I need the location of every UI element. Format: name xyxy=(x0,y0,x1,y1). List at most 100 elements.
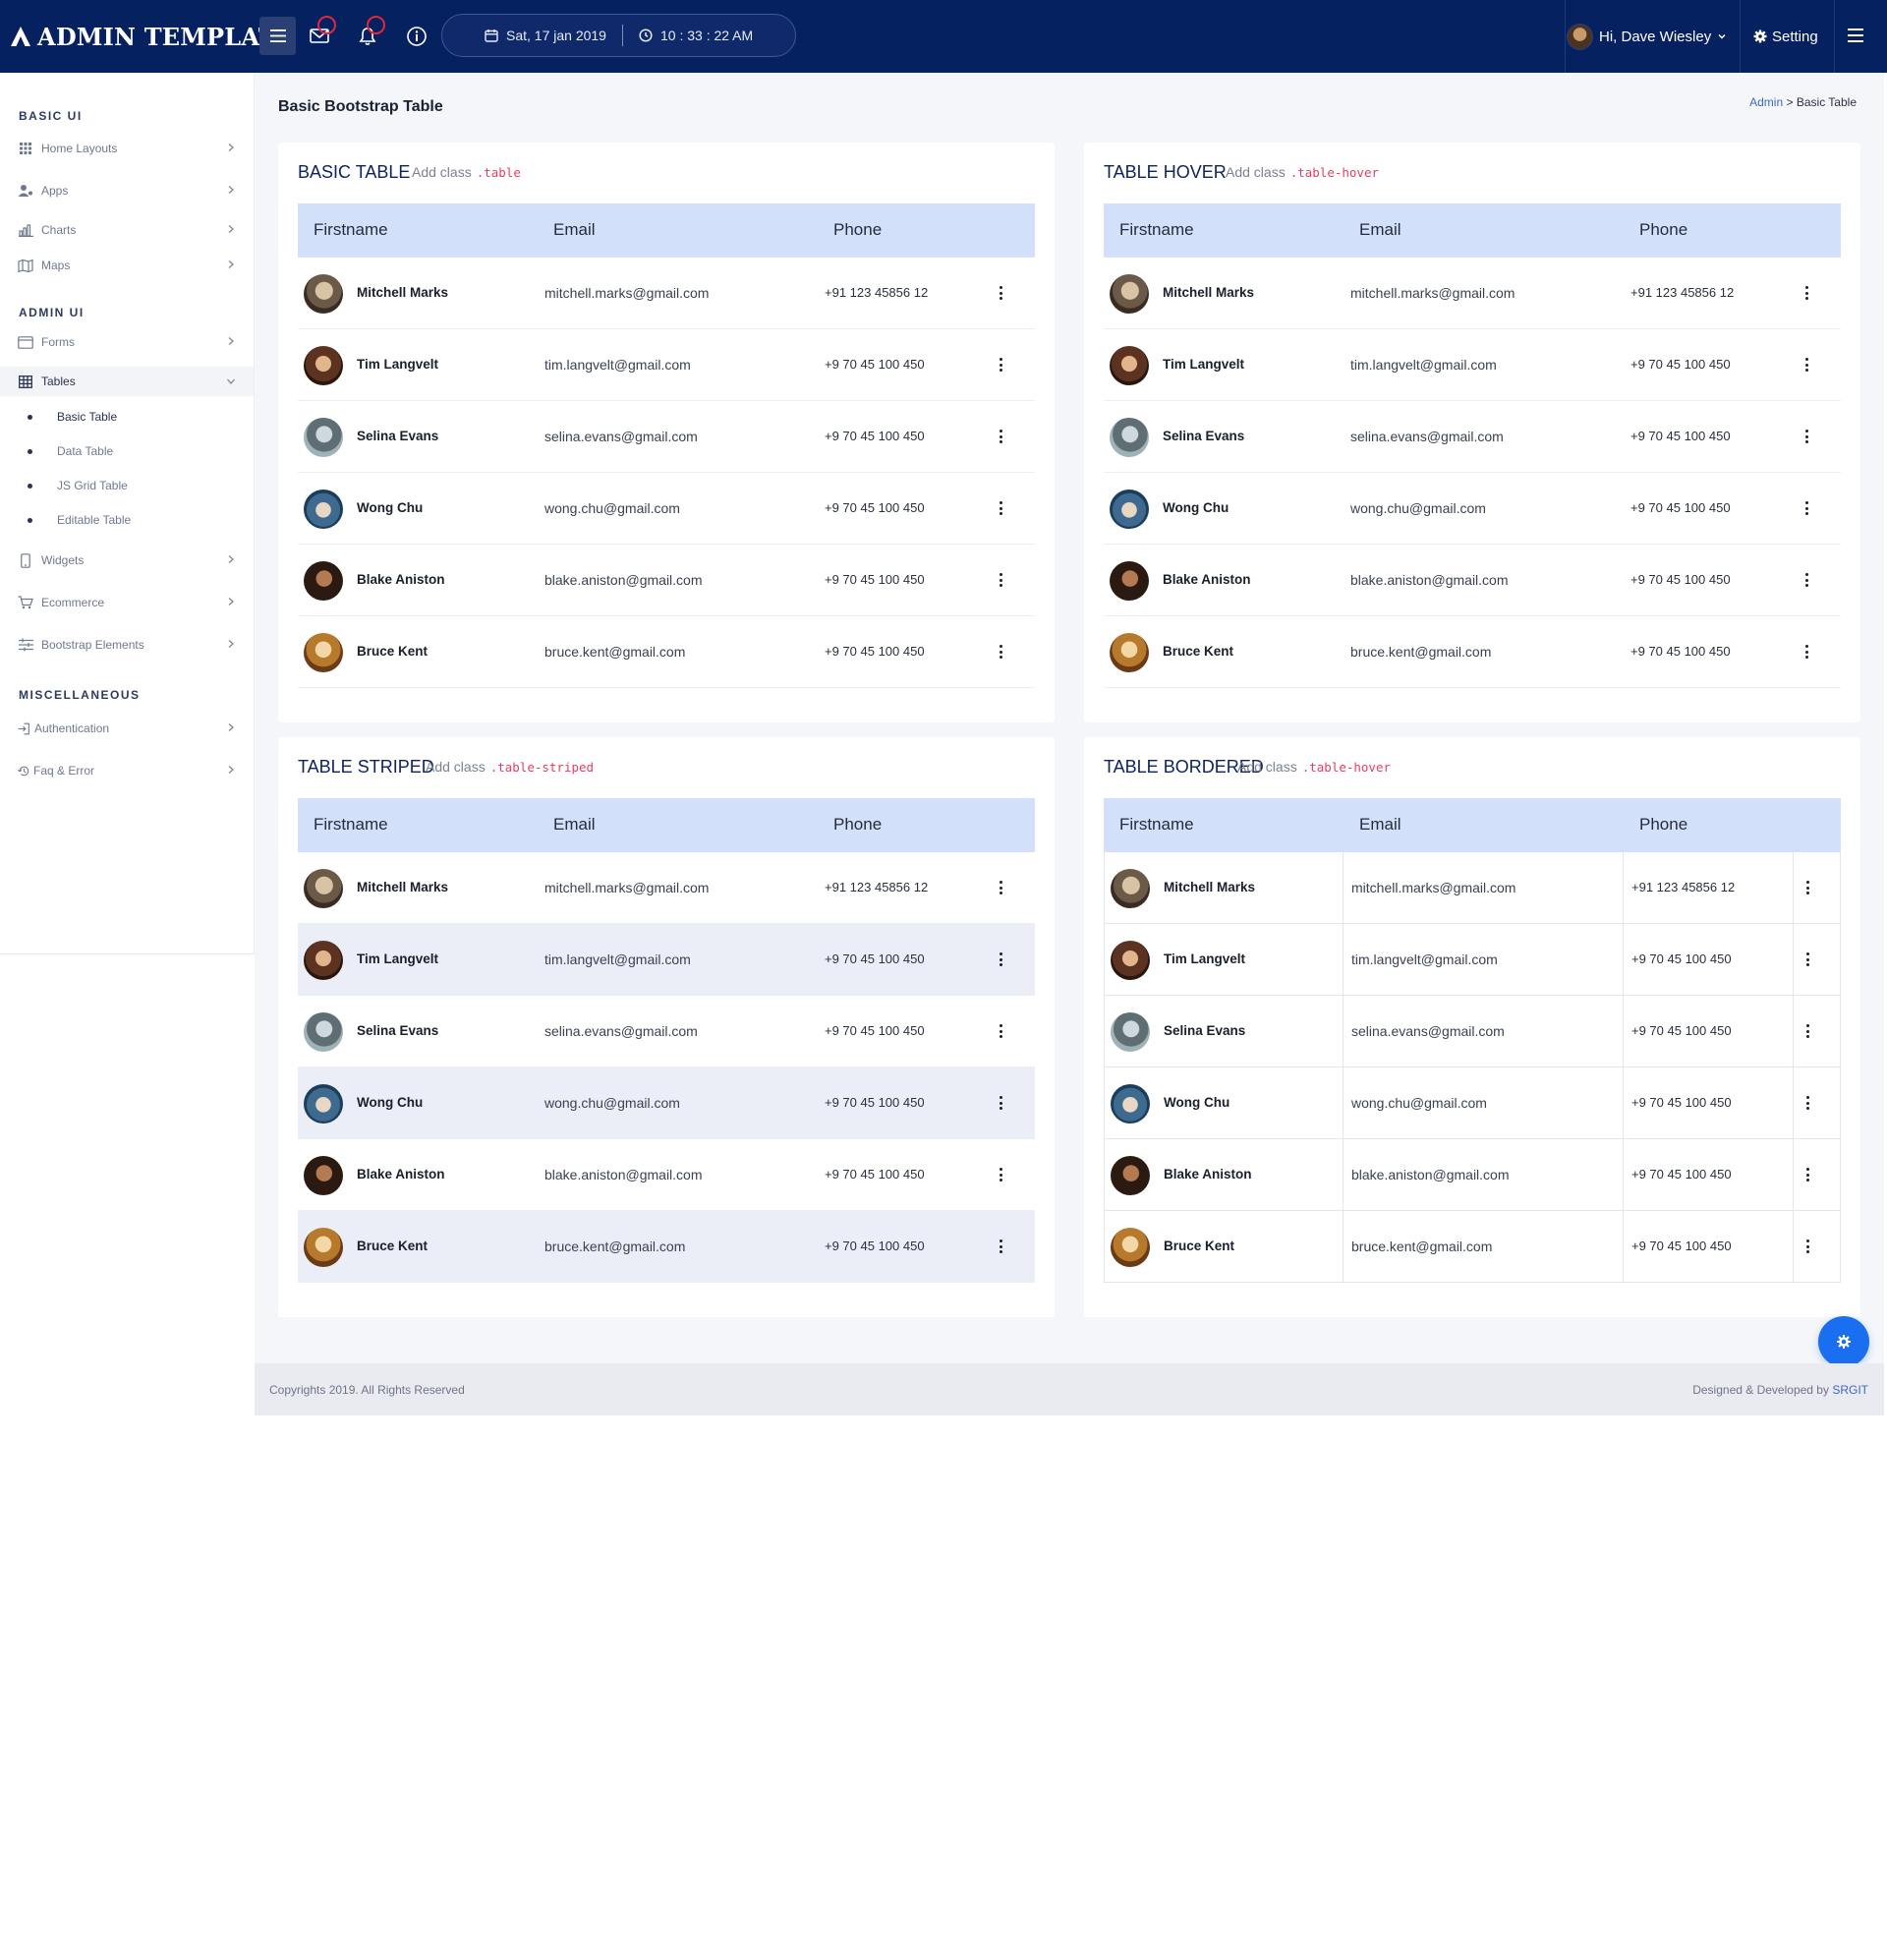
more-options-icon[interactable] xyxy=(1801,1093,1813,1113)
person-phone: +91 123 45856 12 xyxy=(1630,285,1735,300)
column-header: Phone xyxy=(1639,220,1688,239)
date-display: Sat, 17 jan 2019 xyxy=(485,28,606,43)
sidebar-item-ecommerce[interactable]: Ecommerce xyxy=(0,585,254,620)
person-phone: +9 70 45 100 450 xyxy=(825,357,925,372)
person-phone: +9 70 45 100 450 xyxy=(1631,1023,1732,1038)
table-row[interactable]: Blake Aniston blake.aniston@gmail.com +9 7… xyxy=(1104,545,1841,616)
more-options-icon[interactable] xyxy=(1801,950,1813,969)
sidebar-subitem-data-table[interactable]: Data Table xyxy=(28,440,113,462)
table-row[interactable]: Selina Evans selina.evans@gmail.com +9 70 … xyxy=(1104,996,1841,1067)
chevron-right-icon xyxy=(228,598,234,605)
table-row[interactable]: Bruce Kent bruce.kent@gmail.com +9 70 45 1… xyxy=(298,1211,1035,1283)
table-row[interactable]: Selina Evans selina.evans@gmail.com +9 70 … xyxy=(1104,401,1841,473)
more-options-icon[interactable] xyxy=(995,1237,1006,1256)
sidebar-toggle-button[interactable] xyxy=(259,17,296,55)
person-name: Mitchell Marks xyxy=(1164,880,1256,894)
main-content: Basic Bootstrap Table Admin > Basic Tabl… xyxy=(255,73,1884,1415)
person-email: selina.evans@gmail.com xyxy=(1351,1023,1505,1039)
sidebar-subitem-editable-table[interactable]: Editable Table xyxy=(28,509,131,531)
more-options-icon[interactable] xyxy=(995,498,1006,518)
table-row[interactable]: Blake Aniston blake.aniston@gmail.com +9 7… xyxy=(298,545,1035,616)
table-row[interactable]: Mitchell Marks mitchell.marks@gmail.com +9… xyxy=(298,258,1035,329)
table-row[interactable]: Selina Evans selina.evans@gmail.com +9 70 … xyxy=(298,996,1035,1067)
more-options-icon[interactable] xyxy=(1801,1165,1813,1184)
sidebar-subitem-js-grid-table[interactable]: JS Grid Table xyxy=(28,475,128,496)
more-options-icon[interactable] xyxy=(995,427,1006,446)
more-options-icon[interactable] xyxy=(1801,283,1812,303)
class-name: .table-striped xyxy=(489,760,595,775)
more-options-icon[interactable] xyxy=(1801,570,1812,590)
more-options-icon[interactable] xyxy=(995,283,1006,303)
more-options-icon[interactable] xyxy=(995,878,1006,897)
table-row[interactable]: Mitchell Marks mitchell.marks@gmail.com +9… xyxy=(298,852,1035,924)
column-divider xyxy=(1343,924,1344,996)
credit-prefix: Designed & Developed by xyxy=(1692,1383,1829,1397)
table-row[interactable]: Bruce Kent bruce.kent@gmail.com +9 70 45 1… xyxy=(1104,616,1841,688)
sidebar-item-charts[interactable]: Charts xyxy=(0,212,254,248)
more-options-icon[interactable] xyxy=(995,642,1006,662)
table-icon xyxy=(18,374,33,389)
user-menu[interactable]: Hi, Dave Wiesley xyxy=(1567,22,1727,51)
table-row[interactable]: Bruce Kent bruce.kent@gmail.com +9 70 45 1… xyxy=(1104,1211,1841,1283)
more-options-icon[interactable] xyxy=(1801,878,1813,897)
sidebar-subitem-basic-table[interactable]: Basic Table xyxy=(28,406,117,428)
sliders-icon xyxy=(18,637,33,653)
more-options-icon[interactable] xyxy=(995,1093,1006,1113)
more-options-icon[interactable] xyxy=(1801,498,1812,518)
sidebar-item-authentication[interactable]: Authentication xyxy=(0,711,254,746)
more-options-icon[interactable] xyxy=(995,570,1006,590)
more-options-icon[interactable] xyxy=(1801,642,1812,662)
sidebar-item-bootstrap-elements[interactable]: Bootstrap Elements xyxy=(0,627,254,663)
sidebar-item-label: Tables xyxy=(41,375,76,388)
table-row[interactable]: Tim Langvelt tim.langvelt@gmail.com +9 70 … xyxy=(298,329,1035,401)
sidebar-item-forms[interactable]: Forms xyxy=(0,324,254,360)
table-row[interactable]: Tim Langvelt tim.langvelt@gmail.com +9 70 … xyxy=(298,924,1035,996)
page-title: Basic Bootstrap Table xyxy=(278,98,443,115)
more-options-icon[interactable] xyxy=(1801,1021,1813,1041)
table-row[interactable]: Tim Langvelt tim.langvelt@gmail.com +9 70 … xyxy=(1104,329,1841,401)
column-header: Firstname xyxy=(314,815,388,834)
more-options-icon[interactable] xyxy=(1801,355,1812,375)
person-phone: +91 123 45856 12 xyxy=(825,880,929,894)
sidebar-item-maps[interactable]: Maps xyxy=(0,248,254,283)
column-header: Email xyxy=(1359,815,1401,834)
table-row[interactable]: Blake Aniston blake.aniston@gmail.com +9 7… xyxy=(1104,1139,1841,1211)
notifications-button[interactable] xyxy=(355,16,385,50)
time-text: 10 : 33 : 22 AM xyxy=(659,28,754,43)
bullet xyxy=(28,448,32,454)
more-options-icon[interactable] xyxy=(995,1021,1006,1041)
breadcrumb-link[interactable]: Admin xyxy=(1749,95,1783,109)
brand-logo[interactable]: ADMIN TEMPLATE xyxy=(10,22,294,51)
sidebar-item-apps[interactable]: Apps xyxy=(0,173,254,208)
sidebar-item-home-layouts[interactable]: Home Layouts xyxy=(0,131,254,166)
table-row[interactable]: Tim Langvelt tim.langvelt@gmail.com +9 70 … xyxy=(1104,924,1841,996)
more-options-icon[interactable] xyxy=(995,950,1006,969)
table-row[interactable]: Wong Chu wong.chu@gmail.com +9 70 45 100 4… xyxy=(1104,473,1841,545)
person-name: Wong Chu xyxy=(1163,500,1229,515)
table-row[interactable]: Mitchell Marks mitchell.marks@gmail.com +9… xyxy=(1104,852,1841,924)
table-header: Firstname Email Phone xyxy=(1104,798,1841,852)
table-row[interactable]: Selina Evans selina.evans@gmail.com +9 70 … xyxy=(298,401,1035,473)
table-row[interactable]: Wong Chu wong.chu@gmail.com +9 70 45 100 4… xyxy=(298,1067,1035,1139)
add-class-label: Add class xyxy=(412,164,472,180)
messages-button[interactable] xyxy=(307,16,336,50)
setting-button[interactable]: Setting xyxy=(1753,22,1818,51)
sidebar-item-tables[interactable]: Tables xyxy=(0,367,254,396)
sidebar: BASIC UI Home Layouts Apps Charts Maps A… xyxy=(0,73,255,954)
cart-icon xyxy=(18,595,33,610)
table-row[interactable]: Bruce Kent bruce.kent@gmail.com +9 70 45 1… xyxy=(298,616,1035,688)
table-row[interactable]: Wong Chu wong.chu@gmail.com +9 70 45 100 4… xyxy=(1104,1067,1841,1139)
menu-icon[interactable] xyxy=(1848,26,1871,45)
more-options-icon[interactable] xyxy=(995,355,1006,375)
sidebar-item-faq-error[interactable]: Faq & Error xyxy=(0,753,254,788)
table-row[interactable]: Blake Aniston blake.aniston@gmail.com +9 7… xyxy=(298,1139,1035,1211)
table-row[interactable]: Mitchell Marks mitchell.marks@gmail.com +9… xyxy=(1104,258,1841,329)
more-options-icon[interactable] xyxy=(995,1165,1006,1184)
table-row[interactable]: Wong Chu wong.chu@gmail.com +9 70 45 100 4… xyxy=(298,473,1035,545)
settings-fab-button[interactable] xyxy=(1818,1316,1869,1367)
credit-link[interactable]: SRGIT xyxy=(1832,1383,1868,1397)
more-options-icon[interactable] xyxy=(1801,427,1812,446)
more-options-icon[interactable] xyxy=(1801,1237,1813,1256)
info-button[interactable] xyxy=(403,23,430,50)
sidebar-item-widgets[interactable]: Widgets xyxy=(0,543,254,578)
